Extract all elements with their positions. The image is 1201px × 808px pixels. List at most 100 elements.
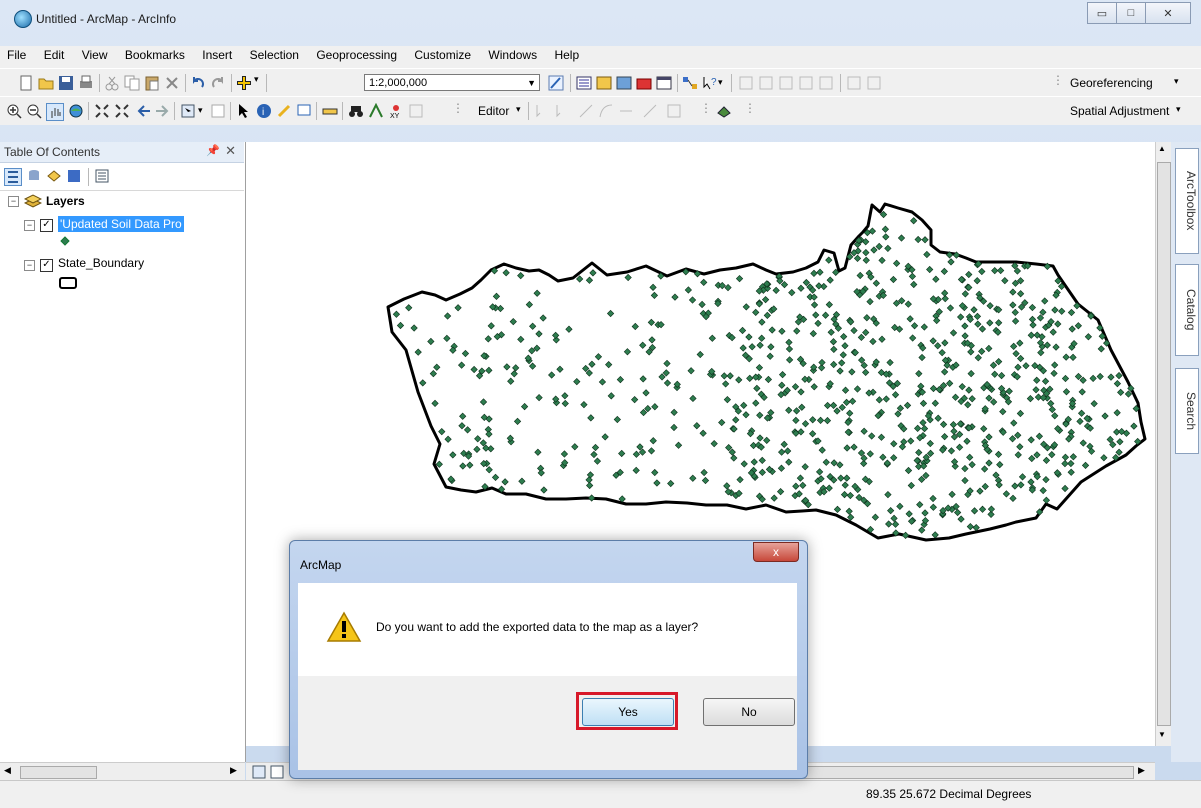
chevron-down-icon[interactable]: ▾	[198, 105, 203, 116]
yes-button[interactable]: Yes	[582, 698, 674, 726]
toolbar-grip-icon[interactable]: ⋮	[1052, 73, 1064, 87]
open-folder-icon[interactable]	[38, 75, 54, 91]
list-by-drawing-order-icon[interactable]	[4, 168, 22, 186]
save-icon[interactable]	[58, 75, 74, 91]
menu-customize[interactable]: Customize	[407, 46, 478, 64]
toolbar-grip-icon[interactable]: ⋮	[452, 101, 464, 115]
options-icon[interactable]	[94, 168, 110, 184]
catalog-spatial-icon[interactable]	[716, 103, 732, 119]
print-icon[interactable]	[78, 75, 94, 91]
spatial-adjustment-menu[interactable]: Spatial Adjustment	[1070, 104, 1169, 118]
scroll-down-icon[interactable]: ▼	[1158, 730, 1166, 739]
chevron-down-icon[interactable]: ▾	[1176, 104, 1181, 115]
list-by-source-icon[interactable]	[26, 168, 42, 184]
chevron-down-icon[interactable]: ▾	[1174, 76, 1179, 87]
menu-insert[interactable]: Insert	[195, 46, 239, 64]
maximize-button[interactable]: □	[1117, 2, 1146, 24]
menu-windows[interactable]: Windows	[481, 46, 544, 64]
paste-icon[interactable]	[144, 75, 160, 91]
editor-menu[interactable]: Editor	[478, 104, 509, 118]
layer-state-boundary-label[interactable]: State_Boundary	[58, 256, 144, 270]
cut-icon[interactable]	[104, 75, 120, 91]
layer-visibility-checkbox[interactable]: ✓	[40, 259, 53, 272]
menu-file[interactable]: File	[0, 46, 33, 64]
menu-selection[interactable]: Selection	[243, 46, 306, 64]
dialog-close-button[interactable]: x	[753, 542, 799, 562]
menu-view[interactable]: View	[75, 46, 115, 64]
zoom-in-icon[interactable]	[6, 103, 22, 119]
catalog-tab[interactable]: Catalog	[1175, 264, 1199, 356]
hyperlink-icon[interactable]	[276, 103, 292, 119]
close-icon[interactable]: ✕	[225, 143, 236, 159]
select-features-icon[interactable]	[180, 103, 196, 119]
collapse-layers-icon[interactable]: −	[8, 196, 19, 207]
collapse-layer-icon[interactable]: −	[24, 220, 35, 231]
layer-visibility-checkbox[interactable]: ✓	[40, 219, 53, 232]
menu-geoprocessing[interactable]: Geoprocessing	[309, 46, 404, 64]
go-back-arrow-icon[interactable]	[136, 103, 152, 119]
full-extent-globe-icon[interactable]	[68, 103, 84, 119]
fixed-zoom-in-icon[interactable]	[94, 103, 110, 119]
georeferencing-menu[interactable]: Georeferencing	[1070, 76, 1153, 90]
arctoolbox-icon[interactable]	[636, 75, 652, 91]
toc-horizontal-scrollbar[interactable]: ◀ ▶	[0, 762, 245, 781]
editor-toolbar-icon[interactable]	[548, 75, 564, 91]
delete-icon[interactable]	[164, 75, 180, 91]
vertical-scroll-thumb[interactable]	[1157, 162, 1171, 726]
layers-root-label[interactable]: Layers	[46, 194, 85, 208]
list-by-visibility-icon[interactable]	[46, 168, 62, 184]
table-of-contents-icon[interactable]	[576, 75, 592, 91]
copy-icon[interactable]	[124, 75, 140, 91]
layer-soil-data-label[interactable]: 'Updated Soil Data Pro	[58, 216, 184, 232]
title-bar[interactable]: Untitled - ArcMap - ArcInfo ▭ □ ✕	[0, 0, 1201, 38]
select-elements-arrow-icon[interactable]	[236, 103, 252, 119]
redo-icon[interactable]	[210, 75, 226, 91]
go-to-xy-icon[interactable]: XY	[388, 103, 404, 119]
scroll-right-icon[interactable]: ▶	[1138, 765, 1145, 776]
search-window-icon[interactable]	[616, 75, 632, 91]
toolbar-grip-icon[interactable]: ⋮	[744, 101, 756, 115]
georef-tool-6-icon	[847, 76, 861, 90]
close-window-button[interactable]: ✕	[1146, 2, 1191, 24]
add-data-icon[interactable]	[236, 75, 252, 91]
go-forward-arrow-icon[interactable]	[154, 103, 170, 119]
search-tab[interactable]: Search	[1175, 368, 1199, 454]
html-popup-icon[interactable]	[296, 103, 312, 119]
fixed-zoom-out-icon[interactable]	[114, 103, 130, 119]
measure-icon[interactable]	[322, 103, 338, 119]
whats-this-help-icon[interactable]: ?	[702, 75, 718, 91]
chevron-down-icon[interactable]: ▾	[718, 77, 723, 88]
horizontal-scroll-thumb[interactable]	[20, 766, 97, 779]
new-document-icon[interactable]	[18, 75, 34, 91]
zoom-out-icon[interactable]	[26, 103, 42, 119]
data-view-icon[interactable]	[252, 765, 266, 779]
arctoolbox-tab[interactable]: ArcToolbox	[1175, 148, 1199, 254]
find-binoculars-icon[interactable]	[348, 103, 364, 119]
scroll-left-icon[interactable]: ◀	[4, 765, 11, 776]
undo-icon[interactable]	[190, 75, 206, 91]
scroll-up-icon[interactable]: ▲	[1158, 144, 1166, 153]
minimize-button[interactable]: ▭	[1087, 2, 1117, 24]
list-by-selection-icon[interactable]	[66, 168, 82, 184]
pin-icon[interactable]: 📌	[206, 144, 220, 157]
pan-hand-icon[interactable]	[46, 103, 64, 121]
layout-view-icon[interactable]	[270, 765, 284, 779]
map-vertical-scrollbar[interactable]: ▲ ▼	[1155, 142, 1171, 746]
scroll-right-icon[interactable]: ▶	[230, 765, 237, 776]
model-builder-icon[interactable]	[682, 75, 698, 91]
toolbar-grip-icon[interactable]: ⋮	[700, 101, 712, 115]
menu-help[interactable]: Help	[547, 46, 586, 64]
collapse-layer-icon[interactable]: −	[24, 260, 35, 271]
clear-selection-icon[interactable]	[210, 103, 226, 119]
docked-windows-bar: ArcToolbox Catalog Search	[1171, 142, 1201, 762]
no-button[interactable]: No	[703, 698, 795, 726]
identify-icon[interactable]: i	[256, 103, 272, 119]
add-data-dropdown-arrow-icon[interactable]: ▾	[254, 74, 259, 85]
catalog-window-icon[interactable]	[596, 75, 612, 91]
menu-edit[interactable]: Edit	[37, 46, 72, 64]
python-window-icon[interactable]	[656, 75, 672, 91]
map-scale-combo[interactable]: 1:2,000,000 ▼	[364, 74, 540, 91]
menu-bookmarks[interactable]: Bookmarks	[118, 46, 192, 64]
chevron-down-icon[interactable]: ▾	[516, 104, 521, 115]
find-route-icon[interactable]	[368, 103, 384, 119]
